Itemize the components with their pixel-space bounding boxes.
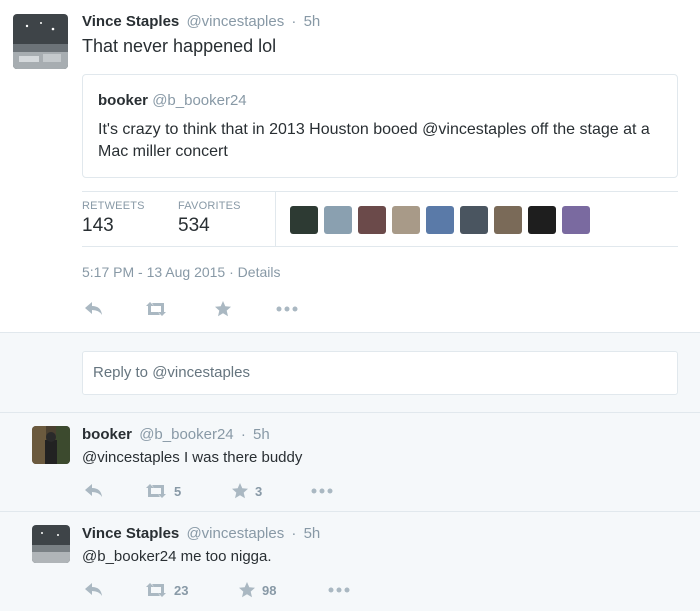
favorites-count: 534	[178, 215, 210, 236]
favorite-button[interactable]	[214, 300, 276, 318]
favoriter-avatar[interactable]	[426, 206, 454, 234]
retweet-count: 23	[174, 582, 189, 598]
more-icon	[276, 306, 298, 312]
star-icon	[238, 581, 256, 599]
more-icon	[311, 488, 333, 494]
retweet-count: 5	[174, 483, 182, 499]
favorites-stat[interactable]: FAVORITES 534	[178, 200, 241, 237]
retweet-button[interactable]: 23	[144, 582, 238, 598]
retweets-count: 143	[82, 215, 114, 236]
separator-dot: ·	[291, 525, 297, 542]
favorite-count: 3	[255, 483, 263, 499]
retweets-stat[interactable]: RETWEETS 143	[82, 200, 145, 237]
reply-input[interactable]: Reply to @vincestaples	[82, 351, 678, 395]
separator-dot: ·	[291, 13, 297, 30]
stats-divider	[275, 192, 276, 247]
separator-dot: ·	[229, 264, 234, 280]
tweet-header: Vince Staples @vincestaples · 5h	[82, 13, 323, 30]
retweet-icon	[144, 582, 168, 598]
main-tweet: Vince Staples @vincestaples · 5h That ne…	[0, 0, 700, 332]
reply-button[interactable]	[84, 582, 144, 598]
quoted-author-name: booker	[98, 92, 149, 109]
reply-button[interactable]	[84, 483, 144, 499]
star-icon	[231, 482, 249, 500]
more-button[interactable]	[328, 587, 350, 593]
separator-dot: ·	[240, 426, 246, 443]
more-button[interactable]	[311, 488, 333, 494]
quoted-tweet-header: booker @b_booker24	[98, 92, 247, 109]
tweet-text: @vincestaples I was there buddy	[82, 449, 303, 466]
retweet-button[interactable]: 5	[144, 483, 231, 499]
tweet-time[interactable]: 5h	[304, 525, 321, 542]
retweet-icon	[144, 301, 168, 317]
favoriter-avatar[interactable]	[392, 206, 420, 234]
quoted-tweet[interactable]: booker @b_booker24 It's crazy to think t…	[82, 74, 678, 178]
favoriter-avatar[interactable]	[562, 206, 590, 234]
tweet-stats: RETWEETS 143 FAVORITES 534	[82, 191, 678, 247]
more-icon	[328, 587, 350, 593]
reply-tweet: booker @b_booker24 · 5h @vincestaples I …	[0, 412, 700, 511]
more-button[interactable]	[276, 306, 298, 312]
details-link[interactable]: Details	[238, 264, 281, 280]
reply-icon	[84, 582, 104, 598]
star-icon	[214, 300, 232, 318]
favorite-button[interactable]: 3	[231, 482, 311, 500]
tweet-text: That never happened lol	[82, 36, 277, 56]
author-handle[interactable]: @vincestaples	[186, 525, 284, 542]
favoriter-avatar[interactable]	[528, 206, 556, 234]
favorite-count: 98	[262, 582, 277, 598]
author-handle[interactable]: @b_booker24	[139, 426, 233, 443]
avatar[interactable]	[32, 525, 70, 563]
favoriter-avatar[interactable]	[324, 206, 352, 234]
tweet-timestamp[interactable]: 5:17 PM - 13 Aug 2015	[82, 264, 225, 280]
tweet-actions: 23 98	[84, 581, 350, 599]
favoriter-avatars	[290, 206, 590, 234]
quoted-tweet-text: It's crazy to think that in 2013 Houston…	[98, 121, 650, 160]
favorite-button[interactable]: 98	[238, 581, 328, 599]
retweet-icon	[144, 483, 168, 499]
favoriter-avatar[interactable]	[358, 206, 386, 234]
reply-area: Reply to @vincestaples	[0, 332, 700, 412]
tweet-time[interactable]: 5h	[253, 426, 270, 443]
tweet-meta: 5:17 PM - 13 Aug 2015 · Details	[82, 264, 280, 280]
author-name[interactable]: Vince Staples	[82, 525, 179, 542]
tweet-actions: 5 3	[84, 482, 333, 500]
tweet-header: booker @b_booker24 · 5h	[82, 426, 273, 443]
quoted-author-handle: @b_booker24	[152, 92, 247, 109]
author-name[interactable]: Vince Staples	[82, 13, 179, 30]
author-name[interactable]: booker	[82, 426, 132, 443]
reply-button[interactable]	[84, 301, 144, 317]
avatar[interactable]	[13, 14, 68, 69]
author-handle[interactable]: @vincestaples	[186, 13, 284, 30]
avatar[interactable]	[32, 426, 70, 464]
favorites-label: FAVORITES	[178, 200, 241, 212]
favoriter-avatar[interactable]	[460, 206, 488, 234]
favoriter-avatar[interactable]	[290, 206, 318, 234]
reply-placeholder: Reply to @vincestaples	[93, 364, 250, 381]
retweet-button[interactable]	[144, 301, 214, 317]
tweet-header: Vince Staples @vincestaples · 5h	[82, 525, 323, 542]
tweet-actions	[84, 300, 298, 318]
retweets-label: RETWEETS	[82, 200, 145, 212]
tweet-time[interactable]: 5h	[304, 13, 321, 30]
reply-icon	[84, 483, 104, 499]
tweet-text: @b_booker24 me too nigga.	[82, 548, 272, 565]
reply-tweet: Vince Staples @vincestaples · 5h @b_book…	[0, 511, 700, 611]
favoriter-avatar[interactable]	[494, 206, 522, 234]
reply-icon	[84, 301, 104, 317]
